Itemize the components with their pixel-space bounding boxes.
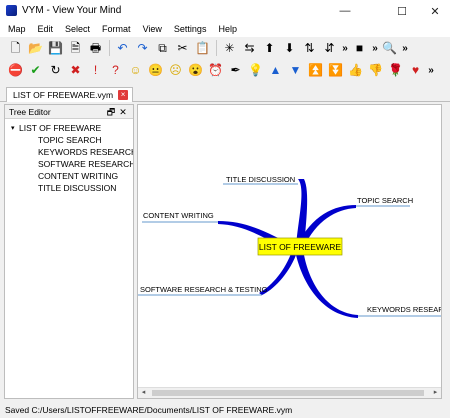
rose-flag-icon[interactable]: 🌹 bbox=[386, 61, 405, 79]
color-icon[interactable]: ■ bbox=[350, 39, 369, 57]
redo-icon[interactable]: ↷ bbox=[133, 39, 152, 57]
menu-bar: Map Edit Select Format View Settings Hel… bbox=[0, 22, 450, 37]
thumbs-up-flag-icon[interactable]: 👍 bbox=[346, 61, 365, 79]
move-up-icon[interactable]: ⬆ bbox=[260, 39, 279, 57]
map-tab[interactable]: LIST OF FREEWARE.vym × bbox=[6, 87, 134, 102]
arrow-up-flag-icon[interactable]: ▲ bbox=[266, 61, 285, 79]
open-map-icon[interactable]: 📂 bbox=[26, 39, 45, 57]
title-bar: VYM - View Your Mind — ☐ ✕ bbox=[0, 0, 450, 22]
export-icon[interactable]: 🗎 bbox=[66, 39, 85, 57]
cross-flag-icon[interactable]: ✖ bbox=[66, 61, 85, 79]
smiley-bad-icon[interactable]: ☹ bbox=[166, 61, 185, 79]
menu-view[interactable]: View bbox=[137, 22, 168, 37]
thumbs-down-flag-icon[interactable]: 👎 bbox=[366, 61, 385, 79]
flags-toolbar: ⛔ ✔ ↻ ✖!? ☺ 😐 ☹ 😮 ⏰ ✒ 💡 ▲ ▼ ⏫ ⏬ 👍 👎 🌹 ♥» bbox=[0, 59, 450, 81]
maximize-button[interactable]: ☐ bbox=[387, 0, 417, 22]
toolbar-separator bbox=[216, 40, 217, 56]
branch-title-discussion[interactable]: TITLE DISCUSSION bbox=[226, 175, 295, 184]
tab-close-icon[interactable]: × bbox=[118, 90, 129, 100]
print-icon[interactable]: 🖶 bbox=[86, 39, 105, 57]
menu-settings[interactable]: Settings bbox=[168, 22, 213, 37]
map-tab-bar: LIST OF FREEWARE.vym × bbox=[0, 85, 450, 102]
add-branch-icon[interactable]: ✳ bbox=[220, 39, 239, 57]
save-map-icon[interactable]: 💾 bbox=[46, 39, 65, 57]
tree-root-label: LIST OF FREEWARE bbox=[19, 123, 102, 133]
toolbar-overflow-icon[interactable]: » bbox=[400, 43, 410, 54]
vym-app-icon bbox=[6, 5, 17, 16]
paste-icon[interactable]: 📋 bbox=[193, 39, 212, 57]
smiley-neutral-icon[interactable]: 😐 bbox=[146, 61, 165, 79]
tree-editor-panel: Tree Editor 🗗 ✕ ▾ LIST OF FREEWARE TOPIC… bbox=[4, 104, 134, 399]
scrollbar-thumb[interactable] bbox=[152, 390, 424, 396]
minimize-button[interactable]: — bbox=[330, 0, 360, 22]
move-down-icon[interactable]: ⬇ bbox=[280, 39, 299, 57]
pen-flag-icon[interactable]: ✒ bbox=[226, 61, 245, 79]
status-bar: Saved C:/Users/LISTOFFREEWARE/Documents/… bbox=[5, 405, 293, 415]
tree-item-content-writing[interactable]: CONTENT WRITING bbox=[5, 170, 133, 182]
undo-icon[interactable]: ↶ bbox=[113, 39, 132, 57]
branch-software-research[interactable]: SOFTWARE RESEARCH & TESTING bbox=[140, 285, 268, 294]
lamp-flag-icon[interactable]: 💡 bbox=[246, 61, 265, 79]
exclamation-flag-icon[interactable]: ! bbox=[86, 61, 105, 79]
question-flag-icon[interactable]: ? bbox=[106, 61, 125, 79]
horizontal-scrollbar[interactable]: ◂ ▸ bbox=[138, 387, 441, 398]
tree-editor-title: Tree Editor bbox=[9, 106, 51, 117]
window-title: VYM - View Your Mind bbox=[22, 5, 122, 16]
branch-connector-keywords bbox=[296, 255, 358, 318]
toolbar-separator bbox=[109, 40, 110, 56]
branch-keywords-research[interactable]: KEYWORDS RESEARCH bbox=[367, 305, 442, 314]
float-panel-icon[interactable]: 🗗 bbox=[105, 105, 117, 119]
cut-icon[interactable]: ✂ bbox=[173, 39, 192, 57]
close-panel-icon[interactable]: ✕ bbox=[117, 105, 129, 119]
tree-editor-header: Tree Editor 🗗 ✕ bbox=[5, 105, 133, 119]
mindmap-root-label: LIST OF FREEWARE bbox=[259, 242, 342, 252]
double-up-flag-icon[interactable]: ⏫ bbox=[306, 61, 325, 79]
add-branch-above-icon[interactable]: ⇆ bbox=[240, 39, 259, 57]
mindmap-canvas[interactable]: LIST OF FREEWARE TITLE DISCUSSION TOPIC … bbox=[137, 104, 442, 399]
tree-item-topic-search[interactable]: TOPIC SEARCH bbox=[5, 134, 133, 146]
sort-ascending-icon[interactable]: ⇅ bbox=[300, 39, 319, 57]
scroll-right-icon[interactable]: ▸ bbox=[430, 388, 441, 398]
toolbar-overflow-icon[interactable]: » bbox=[370, 43, 380, 54]
main-toolbar: 🗋 📂 💾 🗎 🖶 ↶ ↷ ⧉ ✂ 📋 ✳ ⇆ ⬆ ⬇ ⇅ ⇵» ■» 🔍» bbox=[0, 37, 450, 59]
new-map-icon[interactable]: 🗋 bbox=[6, 39, 25, 57]
menu-select[interactable]: Select bbox=[59, 22, 96, 37]
sort-descending-icon[interactable]: ⇵ bbox=[320, 39, 339, 57]
double-down-flag-icon[interactable]: ⏬ bbox=[326, 61, 345, 79]
menu-format[interactable]: Format bbox=[96, 22, 137, 37]
zoom-icon[interactable]: 🔍 bbox=[380, 39, 399, 57]
branch-content-writing[interactable]: CONTENT WRITING bbox=[143, 211, 214, 220]
menu-edit[interactable]: Edit bbox=[32, 22, 60, 37]
tree-item-keywords-research[interactable]: KEYWORDS RESEARCH bbox=[5, 146, 133, 158]
copy-icon[interactable]: ⧉ bbox=[153, 39, 172, 57]
tree-root-item[interactable]: ▾ LIST OF FREEWARE bbox=[5, 122, 133, 134]
mindmap-svg: LIST OF FREEWARE TITLE DISCUSSION TOPIC … bbox=[138, 175, 442, 318]
tree-item-title-discussion[interactable]: TITLE DISCUSSION bbox=[5, 182, 133, 194]
toolbar-overflow-icon[interactable]: » bbox=[426, 65, 436, 76]
clock-flag-icon[interactable]: ⏰ bbox=[206, 61, 225, 79]
refresh-flag-icon[interactable]: ↻ bbox=[46, 61, 65, 79]
smiley-good-icon[interactable]: ☺ bbox=[126, 61, 145, 79]
branch-topic-search[interactable]: TOPIC SEARCH bbox=[357, 196, 413, 205]
heart-flag-icon[interactable]: ♥ bbox=[406, 61, 425, 79]
tree-item-software-research[interactable]: SOFTWARE RESEARCH ... bbox=[5, 158, 133, 170]
scroll-left-icon[interactable]: ◂ bbox=[138, 388, 149, 398]
smiley-omg-icon[interactable]: 😮 bbox=[186, 61, 205, 79]
menu-help[interactable]: Help bbox=[212, 22, 243, 37]
expand-arrow-icon[interactable]: ▾ bbox=[11, 124, 19, 132]
check-flag-icon[interactable]: ✔ bbox=[26, 61, 45, 79]
close-button[interactable]: ✕ bbox=[420, 0, 450, 22]
arrow-down-flag-icon[interactable]: ▼ bbox=[286, 61, 305, 79]
menu-map[interactable]: Map bbox=[2, 22, 32, 37]
toolbar-overflow-icon[interactable]: » bbox=[340, 43, 350, 54]
stop-flag-icon[interactable]: ⛔ bbox=[6, 61, 25, 79]
map-tab-label: LIST OF FREEWARE.vym bbox=[13, 90, 114, 100]
